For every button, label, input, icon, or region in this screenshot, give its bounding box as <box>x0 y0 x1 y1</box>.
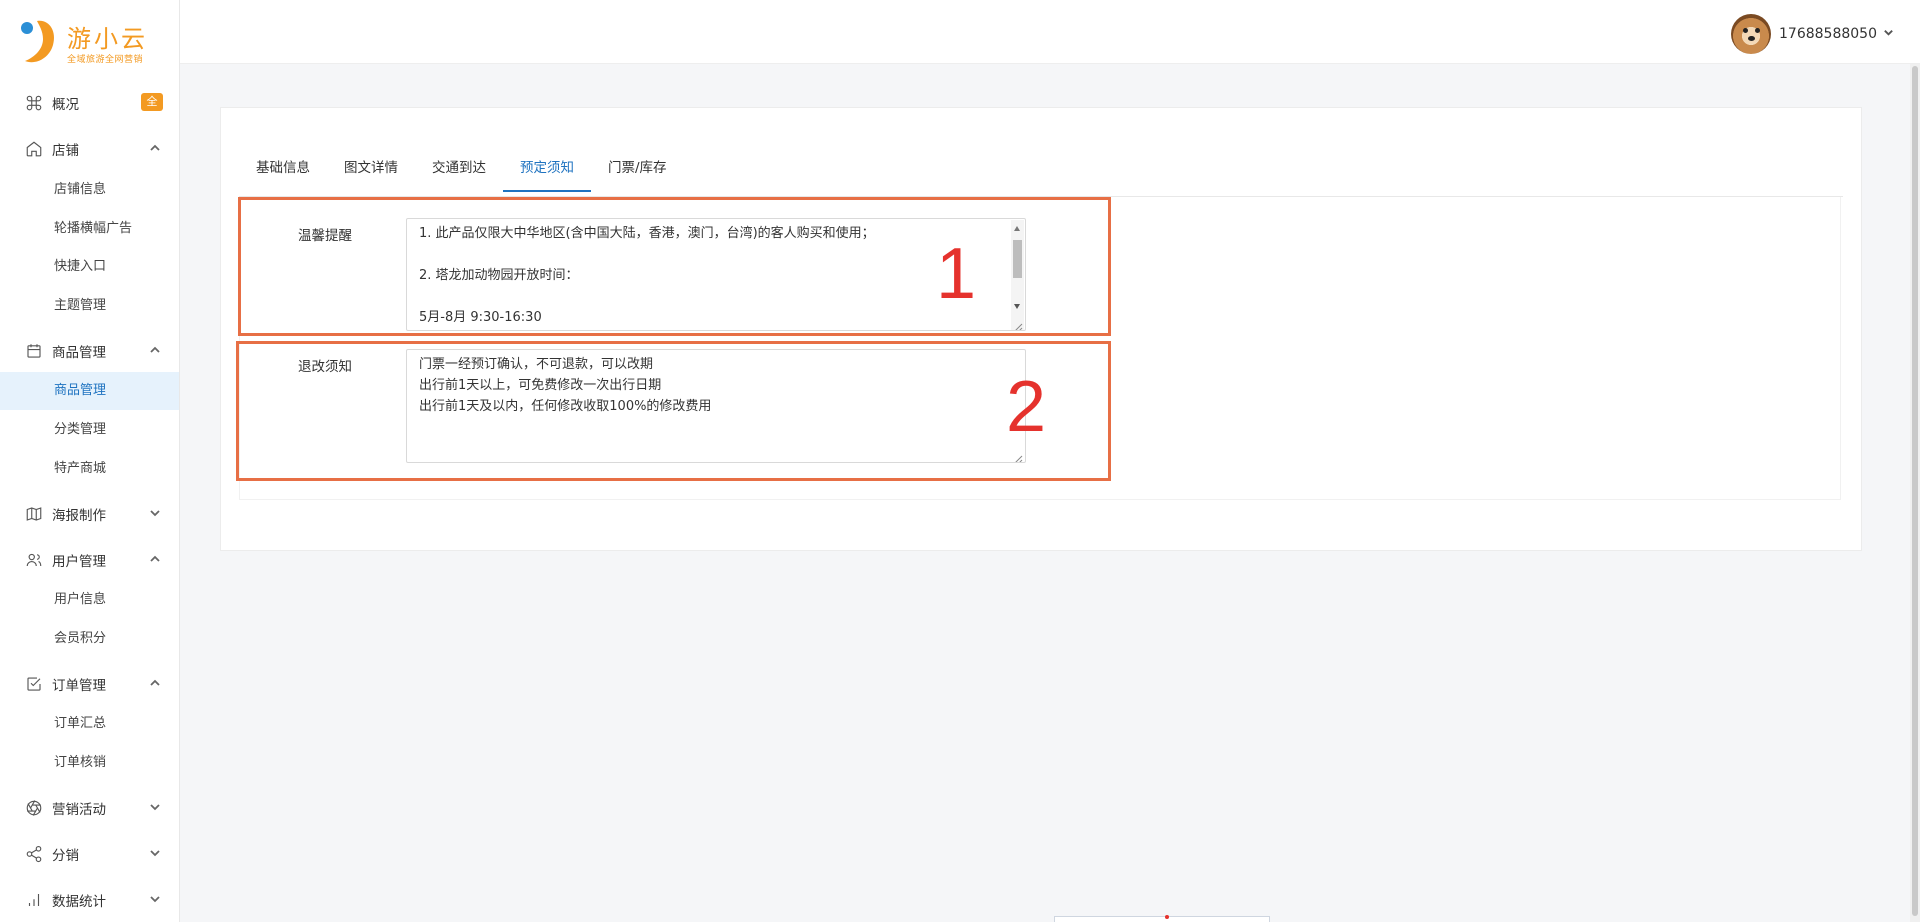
user-menu[interactable]: 17688588050 <box>1731 14 1894 54</box>
tab-bar: 基础信息 图文详情 交通到达 预定须知 门票/库存 <box>239 148 684 192</box>
chevron-down-icon <box>149 507 161 519</box>
sidebar-subitem-order-summary[interactable]: 订单汇总 <box>0 705 179 743</box>
chevron-down-icon <box>1877 26 1894 42</box>
chevron-down-icon <box>149 847 161 859</box>
bar-chart-icon <box>24 890 44 910</box>
users-icon <box>24 550 44 570</box>
sidebar-item-goods[interactable]: 商品管理 <box>0 331 179 371</box>
brand-logo[interactable]: 游小云 全域旅游全网营销 <box>0 0 179 88</box>
tab-rich-detail[interactable]: 图文详情 <box>327 148 415 192</box>
aperture-icon <box>24 798 44 818</box>
sidebar-item-label: 营销活动 <box>52 802 106 818</box>
tab-basic-info[interactable]: 基础信息 <box>239 148 327 192</box>
chevron-up-icon <box>149 677 161 689</box>
page-scrollbar[interactable] <box>1910 64 1920 922</box>
brand-logo-icon <box>21 20 55 63</box>
sidebar-item-orders[interactable]: 订单管理 <box>0 664 179 704</box>
overview-badge: 全 <box>141 93 163 111</box>
annotation-number-2: 2 <box>1006 367 1047 447</box>
chevron-up-icon <box>149 553 161 565</box>
sidebar-item-label: 海报制作 <box>52 508 106 524</box>
sidebar-item-shop[interactable]: 店铺 <box>0 129 179 169</box>
sidebar-item-label: 订单管理 <box>52 678 106 694</box>
annotation-box-1 <box>238 197 1111 336</box>
sidebar-subitem-quick-entry[interactable]: 快捷入口 <box>0 248 179 286</box>
chevron-up-icon <box>149 344 161 356</box>
sidebar-item-label: 商品管理 <box>52 345 106 361</box>
sidebar-item-overview[interactable]: 概况 全 <box>0 83 179 123</box>
sidebar-item-users[interactable]: 用户管理 <box>0 540 179 580</box>
tab-booking-notice[interactable]: 预定须知 <box>503 148 591 192</box>
page-scrollbar-thumb[interactable] <box>1912 66 1918 916</box>
map-icon <box>24 504 44 524</box>
home-icon <box>24 139 44 159</box>
sidebar-item-marketing[interactable]: 营销活动 <box>0 788 179 828</box>
sidebar-item-label: 用户管理 <box>52 554 106 570</box>
avatar[interactable] <box>1731 14 1772 54</box>
chevron-up-icon <box>149 142 161 154</box>
sidebar-item-label: 店铺 <box>52 143 79 159</box>
sidebar-subitem-order-verify[interactable]: 订单核销 <box>0 744 179 782</box>
top-header: 17688588050 <box>180 0 1920 64</box>
sidebar: 游小云 全域旅游全网营销 概况 全 店铺 店铺信息 轮播横幅广告 快捷入口 主题… <box>0 0 180 922</box>
brand-name: 游小云 <box>67 25 148 53</box>
sidebar-subitem-member-points[interactable]: 会员积分 <box>0 620 179 658</box>
bottom-widget-edge <box>1054 915 1270 922</box>
tab-transport[interactable]: 交通到达 <box>415 148 503 192</box>
sidebar-item-label: 概况 <box>52 97 79 113</box>
sidebar-subitem-shop-info[interactable]: 店铺信息 <box>0 171 179 209</box>
sidebar-subitem-goods-manage[interactable]: 商品管理 <box>0 372 179 410</box>
tab-ticket-stock[interactable]: 门票/库存 <box>591 148 684 192</box>
sidebar-subitem-category[interactable]: 分类管理 <box>0 411 179 449</box>
brand-tagline: 全域旅游全网营销 <box>67 55 144 65</box>
calendar-icon <box>24 341 44 361</box>
command-icon <box>24 93 44 113</box>
chevron-down-icon <box>149 893 161 905</box>
sidebar-item-label: 数据统计 <box>52 894 106 910</box>
sidebar-subitem-specialty-mall[interactable]: 特产商城 <box>0 450 179 488</box>
username: 17688588050 <box>1779 26 1877 42</box>
sidebar-item-label: 分销 <box>52 848 79 864</box>
sidebar-subitem-theme[interactable]: 主题管理 <box>0 287 179 325</box>
share-icon <box>24 844 44 864</box>
chevron-down-icon <box>149 801 161 813</box>
sidebar-subitem-banner-ads[interactable]: 轮播横幅广告 <box>0 210 179 248</box>
sidebar-item-poster[interactable]: 海报制作 <box>0 494 179 534</box>
sidebar-subitem-user-info[interactable]: 用户信息 <box>0 581 179 619</box>
sidebar-item-stats[interactable]: 数据统计 <box>0 880 179 920</box>
sidebar-item-distribution[interactable]: 分销 <box>0 834 179 874</box>
annotation-box-2 <box>236 341 1111 481</box>
checkbox-icon <box>24 674 44 694</box>
annotation-number-1: 1 <box>936 234 977 314</box>
